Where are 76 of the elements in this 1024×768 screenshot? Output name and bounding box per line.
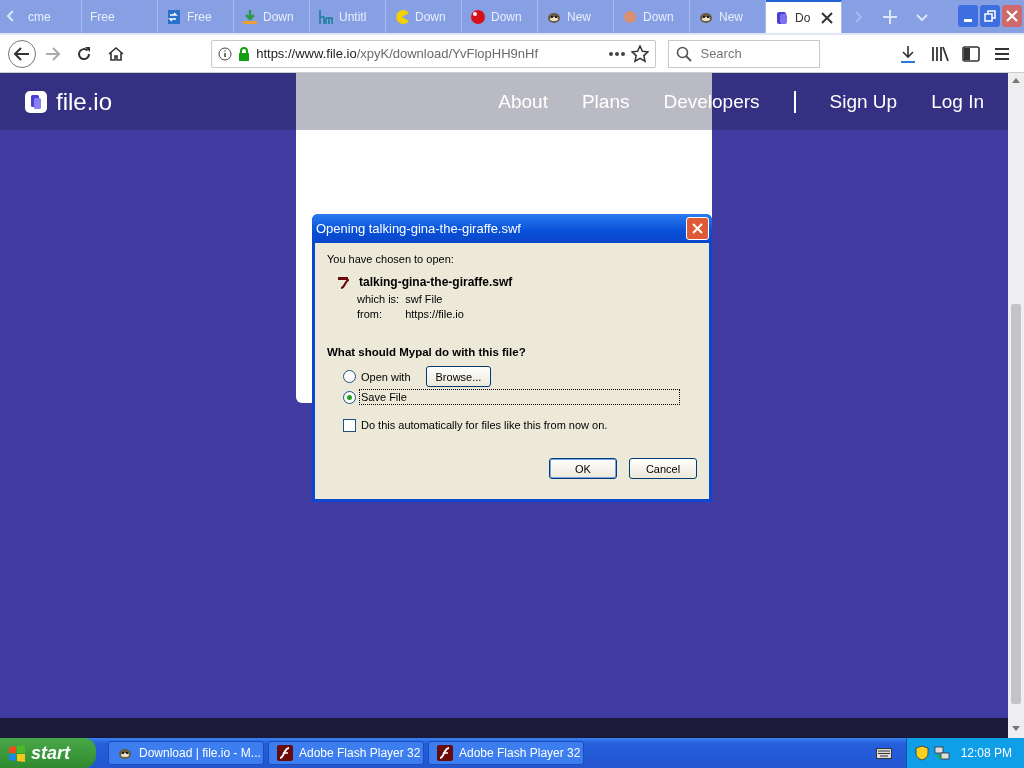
start-button[interactable]: start bbox=[0, 738, 96, 768]
star-icon[interactable] bbox=[631, 44, 650, 63]
minimize-icon bbox=[964, 18, 972, 22]
browser-tab[interactable]: Free bbox=[82, 0, 158, 33]
pacman-icon bbox=[394, 8, 410, 25]
auth-link[interactable]: Sign Up bbox=[829, 90, 898, 113]
close-icon bbox=[1006, 10, 1018, 22]
minimize-button[interactable] bbox=[958, 5, 978, 27]
scroll-up-icon[interactable] bbox=[1012, 77, 1020, 83]
close-icon bbox=[692, 223, 703, 234]
question-text: What should Mypal do with this file? bbox=[327, 346, 527, 358]
detail-value: swf File bbox=[405, 293, 444, 305]
back-icon[interactable] bbox=[6, 38, 37, 69]
intro-text: You have chosen to open: bbox=[327, 253, 455, 265]
auth-link[interactable]: Log In bbox=[931, 90, 984, 113]
download-icon bbox=[242, 8, 258, 25]
download-icon[interactable] bbox=[900, 44, 917, 63]
network-icon[interactable] bbox=[933, 745, 950, 761]
checkbox-label[interactable]: Do this automatically for files like this from now on. bbox=[360, 418, 609, 432]
browse-button[interactable]: Browse... bbox=[425, 366, 492, 387]
browser-tab[interactable]: cme bbox=[20, 0, 82, 33]
info-icon[interactable] bbox=[218, 46, 233, 61]
site-logo[interactable]: file.io bbox=[56, 87, 113, 116]
flash-icon bbox=[277, 745, 293, 761]
radio-button[interactable] bbox=[343, 370, 356, 383]
browser-tab[interactable]: Down bbox=[234, 0, 310, 33]
scroll-down-icon[interactable] bbox=[1012, 726, 1020, 732]
browser-tab[interactable]: Down bbox=[462, 0, 538, 33]
taskbar-button[interactable]: Adobe Flash Player 32 bbox=[428, 741, 584, 765]
detail-label: from: bbox=[357, 308, 384, 320]
lock-icon bbox=[238, 46, 251, 61]
close-icon[interactable] bbox=[821, 11, 833, 24]
option-label[interactable]: Open with bbox=[360, 369, 412, 384]
windows-logo-icon bbox=[8, 744, 26, 762]
logo-icon bbox=[24, 89, 48, 114]
browser-tab[interactable]: Do bbox=[766, 0, 842, 33]
taskbar-button[interactable]: Download | file.io - M... bbox=[108, 741, 264, 765]
search-field[interactable]: Search bbox=[668, 39, 821, 68]
file-name: talking-gina-the-giraffe.swf bbox=[359, 275, 513, 289]
more-icon[interactable] bbox=[609, 51, 626, 56]
ok-button[interactable]: OK bbox=[549, 458, 617, 479]
browser-tab[interactable]: Untitl bbox=[310, 0, 386, 33]
shield-icon[interactable] bbox=[914, 745, 929, 761]
library-icon[interactable] bbox=[930, 45, 949, 62]
radio-button[interactable] bbox=[343, 390, 356, 404]
sidebar-icon[interactable] bbox=[962, 45, 981, 62]
browser-tab[interactable]: Free bbox=[158, 0, 234, 33]
search-icon bbox=[676, 45, 693, 62]
menu-icon[interactable] bbox=[994, 46, 1011, 61]
ball-icon bbox=[470, 8, 486, 25]
keyboard-icon[interactable] bbox=[875, 747, 892, 759]
detail-label: which is: bbox=[357, 293, 400, 305]
reload-icon[interactable] bbox=[76, 45, 93, 62]
option-label[interactable]: Save File bbox=[360, 390, 679, 404]
browser-tab[interactable]: Down bbox=[386, 0, 462, 33]
restore-button[interactable] bbox=[980, 5, 1000, 27]
document-icon bbox=[166, 8, 182, 25]
browser-tab[interactable]: Down bbox=[614, 0, 690, 33]
browser-tab[interactable]: New bbox=[538, 0, 614, 33]
scrollbar[interactable] bbox=[1008, 73, 1024, 738]
letters-icon bbox=[318, 8, 334, 25]
close-button[interactable] bbox=[686, 217, 709, 240]
detail-value: https://file.io bbox=[405, 308, 464, 320]
cancel-button[interactable]: Cancel bbox=[629, 458, 697, 479]
file-icon bbox=[337, 275, 351, 289]
close-button[interactable] bbox=[1002, 5, 1022, 27]
dialog-title-bar: Opening talking-gina-the-giraffe.swf bbox=[312, 214, 712, 243]
file-io-icon bbox=[774, 9, 790, 26]
blob-icon bbox=[622, 8, 638, 25]
home-icon[interactable] bbox=[107, 45, 124, 62]
flash-icon bbox=[437, 745, 453, 761]
clock: 12:08 PM bbox=[960, 746, 1012, 760]
checkbox[interactable] bbox=[343, 418, 356, 432]
address-field[interactable]: https://www.file.io/xpyK/download/YvFlopHH9nHf bbox=[211, 39, 657, 68]
restore-icon bbox=[984, 10, 996, 22]
taskbar-button[interactable]: Adobe Flash Player 32 bbox=[268, 741, 424, 765]
